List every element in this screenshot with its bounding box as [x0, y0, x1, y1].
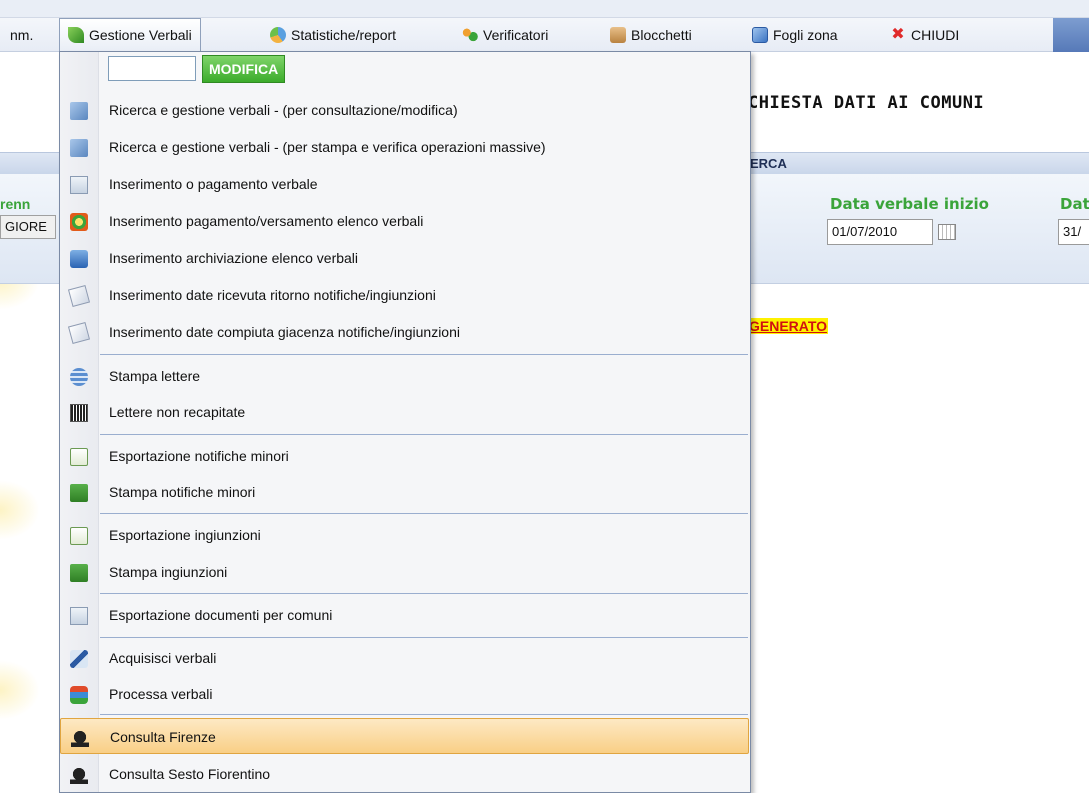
menu-item-label: Stampa lettere — [109, 368, 201, 384]
page-icon — [70, 527, 88, 545]
pie-chart-icon — [270, 27, 286, 43]
verbale-code-input[interactable] — [108, 56, 196, 81]
green-doc-icon — [70, 564, 88, 582]
search-doc-icon — [70, 139, 88, 157]
menu-item-lettere-non-recapitate[interactable]: Lettere non recapitate — [60, 394, 750, 430]
menu-item-label: Consulta Sesto Fiorentino — [109, 766, 271, 782]
map-icon — [752, 27, 768, 43]
layers-icon — [70, 368, 88, 386]
menu-item-label: Fogli zona — [773, 27, 838, 43]
menu-item-label: nm. — [10, 27, 34, 43]
menu-item-label: Gestione Verbali — [89, 27, 192, 43]
calendar-icon[interactable] — [938, 224, 956, 240]
mail-icon — [67, 321, 91, 345]
menu-item-label: Consulta Firenze — [110, 729, 216, 745]
menu-item-label: Esportazione documenti per comuni — [109, 607, 333, 623]
box-icon — [610, 27, 626, 43]
menu-chiudi[interactable]: ✖ CHIUDI — [890, 18, 959, 52]
menu-separator — [100, 593, 748, 594]
menu-item-stampa-lettere[interactable]: Stampa lettere — [60, 358, 750, 394]
menu-item-label: Blocchetti — [631, 27, 692, 43]
menu-item-label: Lettere non recapitate — [109, 404, 246, 420]
menu-item-label: Inserimento archiviazione elenco verbali — [109, 250, 359, 266]
menu-item-esportazione-notifiche[interactable]: Esportazione notifiche minori — [60, 438, 750, 474]
menu-item-label: Verificatori — [483, 27, 549, 43]
gestione-verbali-dropdown: MODIFICA Ricerca e gestione verbali - (p… — [59, 51, 751, 793]
page-title: CHIESTA DATI AI COMUNI — [748, 93, 985, 113]
menu-item-label: Esportazione ingiunzioni — [109, 527, 261, 543]
menu-item-label: Stampa ingiunzioni — [109, 564, 228, 580]
menu-statistiche-report[interactable]: Statistiche/report — [270, 18, 396, 52]
page-icon — [70, 448, 88, 466]
menu-separator — [100, 354, 748, 355]
menu-blocchetti[interactable]: Blocchetti — [610, 18, 692, 52]
menu-separator — [100, 434, 748, 435]
menu-item-label: Inserimento date ricevuta ritorno notifi… — [109, 287, 436, 303]
modifica-button[interactable]: MODIFICA — [202, 55, 286, 83]
mail-icon — [67, 284, 91, 308]
menu-item-consulta-firenze[interactable]: Consulta Firenze — [60, 718, 749, 754]
menubar-right-edge — [1053, 18, 1089, 52]
menu-fogli-zona[interactable]: Fogli zona — [752, 18, 838, 52]
menu-item-acquisisci-verbali[interactable]: Acquisisci verbali — [60, 640, 750, 676]
bell-icon — [71, 729, 89, 747]
menu-item-label: Inserimento o pagamento verbale — [109, 176, 318, 192]
green-doc-icon — [70, 484, 88, 502]
menu-item-label: Statistiche/report — [291, 27, 397, 43]
books-icon — [70, 686, 88, 704]
background-decoration — [0, 660, 40, 720]
insert-doc-icon — [70, 176, 88, 194]
menu-item-ricerca-consultazione[interactable]: Ricerca e gestione verbali - (per consul… — [60, 92, 750, 128]
menubar-top-strip — [0, 0, 1089, 18]
menu-item-label: Stampa notifiche minori — [109, 484, 256, 500]
date-end-input[interactable]: 31/ — [1058, 219, 1089, 245]
menu-separator — [100, 637, 748, 638]
menu-item-label: Ricerca e gestione verbali - (per stampa… — [109, 139, 546, 155]
people-icon — [462, 27, 478, 43]
menu-item-esportazione-ingiunzioni[interactable]: Esportazione ingiunzioni — [60, 517, 750, 553]
search-doc-icon — [70, 102, 88, 120]
menu-separator — [100, 714, 748, 715]
menu-item-pagamento-elenco[interactable]: Inserimento pagamento/versamento elenco … — [60, 203, 750, 239]
menu-item-label: Processa verbali — [109, 686, 213, 702]
menu-item-label: Acquisisci verbali — [109, 650, 217, 666]
archive-icon — [70, 250, 88, 268]
generated-link[interactable]: GENERATO — [748, 318, 829, 334]
menu-separator — [100, 513, 748, 514]
menu-verificatori[interactable]: Verificatori — [462, 18, 548, 52]
menu-item-esportazione-documenti[interactable]: Esportazione documenti per comuni — [60, 597, 750, 633]
menu-item-processa-verbali[interactable]: Processa verbali — [60, 676, 750, 712]
date-start-label: Data verbale inizio — [830, 195, 989, 213]
left-field-select[interactable]: GIORE — [0, 215, 56, 239]
menu-item-label: Esportazione notifiche minori — [109, 448, 289, 464]
barcode-icon — [70, 404, 88, 422]
close-icon: ✖ — [891, 26, 905, 43]
bell-icon — [70, 766, 88, 784]
background-decoration — [0, 480, 40, 540]
date-end-label: Dat — [1060, 195, 1089, 213]
menu-item-inserimento-pagamento[interactable]: Inserimento o pagamento verbale — [60, 166, 750, 202]
menu-item-label: Inserimento pagamento/versamento elenco … — [109, 213, 424, 229]
add-doc-icon — [70, 607, 88, 625]
menu-item-label: CHIUDI — [911, 27, 960, 43]
leaf-icon — [68, 27, 84, 43]
menu-gestione-verbali[interactable]: Gestione Verbali — [59, 18, 201, 52]
menu-item-ricevuta-ritorno[interactable]: Inserimento date ricevuta ritorno notifi… — [60, 277, 750, 313]
menu-item-archiviazione[interactable]: Inserimento archiviazione elenco verbali — [60, 240, 750, 276]
payment-icon — [70, 213, 88, 231]
menu-item-ricerca-stampa[interactable]: Ricerca e gestione verbali - (per stampa… — [60, 129, 750, 165]
menu-item-truncated[interactable]: nm. — [10, 18, 33, 52]
date-start-input[interactable]: 01/07/2010 — [827, 219, 933, 245]
menu-item-consulta-sesto-fiorentino[interactable]: Consulta Sesto Fiorentino — [60, 756, 750, 792]
menu-item-stampa-ingiunzioni[interactable]: Stampa ingiunzioni — [60, 554, 750, 590]
pen-icon — [70, 650, 88, 668]
menu-item-label: Ricerca e gestione verbali - (per consul… — [109, 102, 458, 118]
menu-item-compiuta-giacenza[interactable]: Inserimento date compiuta giacenza notif… — [60, 314, 750, 350]
search-panel-title: ERCA — [750, 156, 787, 171]
menu-item-stampa-notifiche[interactable]: Stampa notifiche minori — [60, 474, 750, 510]
left-field-label: renn — [0, 196, 31, 212]
menu-item-label: Inserimento date compiuta giacenza notif… — [109, 324, 460, 340]
